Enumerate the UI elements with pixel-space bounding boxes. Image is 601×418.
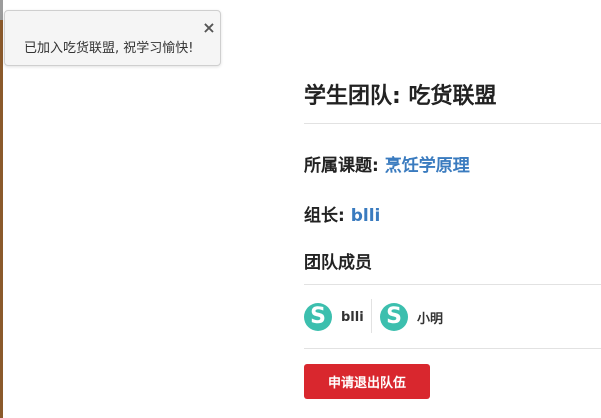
leader-link[interactable]: blli [351,206,381,226]
quit-team-button[interactable]: 申请退出队伍 [304,364,430,399]
course-label: 所属课题: [304,156,385,176]
member-list: S blli S 小明 [304,299,601,335]
course-link[interactable]: 烹饪学原理 [385,156,470,176]
member-divider [371,299,372,333]
close-icon[interactable]: × [202,20,216,36]
leader-label: 组长: [304,206,351,226]
toast-message: 已加入吃货联盟, 祝学习愉快! [24,41,194,56]
member-name: blli [341,309,364,325]
page-title: 学生团队: 吃货联盟 [304,84,497,109]
left-edge-bar-top [0,0,3,20]
course-row: 所属课题: 烹饪学原理 [304,151,470,176]
avatar: S [304,303,332,331]
notification-toast: × 已加入吃货联盟, 祝学习愉快! [4,10,221,66]
member-name: 小明 [417,311,444,327]
divider [304,284,601,285]
leader-row: 组长: blli [304,201,380,226]
member-item[interactable]: S 小明 [380,299,443,335]
members-heading: 团队成员 [304,253,372,273]
divider [304,123,601,124]
member-item[interactable]: S blli [304,299,364,335]
avatar: S [380,303,408,331]
divider [304,348,601,349]
left-edge-bar [0,0,3,418]
